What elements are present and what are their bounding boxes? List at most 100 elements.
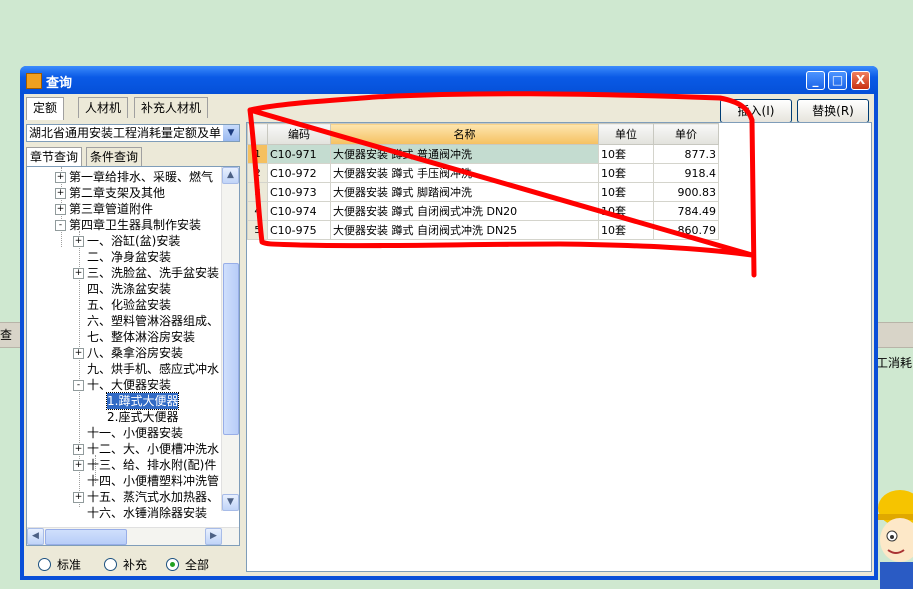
cell-name: 大便器安装 蹲式 普通阀冲洗 [330, 144, 599, 164]
tree-item[interactable]: 九、烘手机、感应式冲水 [87, 361, 219, 377]
tree-horizontal-scrollbar[interactable]: ◀ ▶ [27, 527, 239, 545]
app-icon [26, 73, 42, 89]
tree-item[interactable]: 八、桑拿浴房安装 [87, 345, 183, 361]
tree-item[interactable]: 七、整体淋浴房安装 [87, 329, 195, 345]
cell-name: 大便器安装 蹲式 手压阀冲洗 [330, 163, 599, 183]
background-tab-label: 查 [0, 328, 13, 342]
insert-button[interactable]: 插入(I) [720, 99, 792, 123]
expand-icon[interactable]: + [73, 444, 84, 455]
cell-price: 918.4 [653, 163, 719, 183]
cell-unit: 10套 [598, 144, 654, 164]
radio-supplementary[interactable]: 补充 [104, 556, 147, 573]
close-button[interactable]: X [851, 71, 870, 90]
scroll-left-icon[interactable]: ◀ [27, 528, 44, 545]
radio-circle[interactable] [166, 558, 179, 571]
maximize-icon: □ [831, 73, 844, 87]
tab-materials[interactable]: 人材机 [78, 97, 129, 118]
background-text-fragment: 工消耗 [876, 356, 913, 370]
cell-price: 784.49 [653, 201, 719, 221]
tree-item[interactable]: 一、浴缸(盆)安装 [87, 233, 180, 249]
tree-item[interactable]: 十一、小便器安装 [87, 425, 183, 441]
radio-circle[interactable] [104, 558, 117, 571]
scroll-thumb[interactable] [45, 529, 127, 545]
chevron-down-icon[interactable]: ▼ [223, 125, 239, 141]
table-row[interactable]: 4 C10-974 大便器安装 蹲式 自闭阀式冲洗 DN20 10套 784.49 [247, 201, 719, 221]
column-header-name[interactable]: 名称 [330, 123, 599, 145]
tree-item[interactable]: 十三、给、排水附(配)件 [87, 457, 216, 473]
radio-circle[interactable] [38, 558, 51, 571]
tab-supplementary-materials[interactable]: 补充人材机 [134, 97, 209, 118]
table-row[interactable]: 1 C10-971 大便器安装 蹲式 普通阀冲洗 10套 877.3 [247, 144, 719, 164]
scroll-right-icon[interactable]: ▶ [205, 528, 222, 545]
tree-item[interactable]: 十、大便器安装 [87, 377, 171, 393]
row-number: 2 [247, 163, 268, 183]
expand-icon[interactable]: + [73, 236, 84, 247]
expand-icon[interactable]: + [73, 460, 84, 471]
tree-item[interactable]: 第二章支架及其他 [69, 185, 165, 201]
cell-price: 860.79 [653, 220, 719, 240]
table-row[interactable]: 3 C10-973 大便器安装 蹲式 脚踏阀冲洗 10套 900.83 [247, 182, 719, 202]
scroll-up-icon[interactable]: ▲ [222, 167, 239, 184]
tree-item[interactable]: 第四章卫生器具制作安装 [69, 217, 201, 233]
results-grid: 编码 名称 单位 单价 1 C10-971 大便器安装 蹲式 普通阀冲洗 10套 877… [246, 122, 872, 572]
expand-icon[interactable]: + [55, 172, 66, 183]
cell-unit: 10套 [598, 220, 654, 240]
radio-all[interactable]: 全部 [166, 556, 209, 573]
table-header-row: 编码 名称 单位 单价 [247, 123, 719, 145]
radio-label: 标准 [57, 558, 82, 572]
expand-icon[interactable]: + [73, 268, 84, 279]
column-header-price[interactable]: 单价 [653, 123, 719, 145]
collapse-icon[interactable]: - [73, 380, 84, 391]
cell-unit: 10套 [598, 201, 654, 221]
tree-vertical-scrollbar[interactable]: ▲ ▼ [221, 167, 239, 511]
scroll-thumb[interactable] [223, 263, 239, 435]
cell-price: 877.3 [653, 144, 719, 164]
tree-item[interactable]: 1.蹲式大便器 [105, 392, 180, 410]
tree-item[interactable]: 六、塑料管淋浴器组成、 [87, 313, 219, 329]
cell-code: C10-971 [267, 144, 331, 164]
column-header-code[interactable]: 编码 [267, 123, 331, 145]
cell-unit: 10套 [598, 182, 654, 202]
row-number: 4 [247, 201, 268, 221]
tree-item[interactable]: 三、洗脸盆、洗手盆安装 [87, 265, 219, 281]
tree-item[interactable]: 第三章管道附件 [69, 201, 153, 217]
table-row[interactable]: 5 C10-975 大便器安装 蹲式 自闭阀式冲洗 DN25 10套 860.79 [247, 220, 719, 240]
expand-icon[interactable]: + [73, 492, 84, 503]
tree-item[interactable]: 十五、蒸汽式水加热器、 [87, 489, 219, 505]
replace-button[interactable]: 替换(R) [797, 99, 869, 123]
tree-item[interactable]: 四、洗涤盆安装 [87, 281, 171, 297]
dialog-client-area: 定额 人材机 补充人材机 插入(I) 替换(R) 湖北省通用安装工程消耗量定额及… [24, 94, 874, 576]
expand-icon[interactable]: + [55, 188, 66, 199]
library-select-value: 湖北省通用安装工程消耗量定额及单 [29, 126, 222, 140]
library-select[interactable]: 湖北省通用安装工程消耗量定额及单 ▼ [26, 124, 240, 142]
tree-item[interactable]: 五、化验盆安装 [87, 297, 171, 313]
chapter-tree[interactable]: + 第一章给排水、采暖、燃气 + 第二章支架及其他 + 第三章管道附件 - 第四章卫生器具制作… [26, 166, 240, 546]
tree-item[interactable]: 十二、大、小便槽冲洗水 [87, 441, 219, 457]
column-header-unit[interactable]: 单位 [598, 123, 654, 145]
tree-item[interactable]: 第一章给排水、采暖、燃气 [69, 169, 213, 185]
tab-chapter-query[interactable]: 章节查询 [26, 147, 83, 168]
expand-icon[interactable]: + [55, 204, 66, 215]
tree-item[interactable]: 二、净身盆安装 [87, 249, 171, 265]
query-dialog: 查询 _ □ X 定额 人材机 补充人材机 插入(I) 替换(R) 湖北省通用安… [20, 66, 878, 580]
cell-code: C10-972 [267, 163, 331, 183]
expand-icon[interactable]: + [73, 348, 84, 359]
row-number: 3 [247, 182, 268, 202]
minimize-button[interactable]: _ [806, 71, 825, 90]
scroll-down-icon[interactable]: ▼ [222, 494, 239, 511]
title-bar[interactable]: 查询 _ □ X [20, 66, 878, 94]
radio-standard[interactable]: 标准 [38, 556, 81, 573]
source-filter: 标准 补充 全部 [26, 552, 240, 576]
maximize-button[interactable]: □ [828, 71, 847, 90]
tree-item[interactable]: 2.座式大便器 [107, 409, 178, 425]
tab-condition-query[interactable]: 条件查询 [86, 147, 143, 166]
minimize-icon: _ [812, 73, 819, 87]
close-icon: X [855, 73, 866, 87]
collapse-icon[interactable]: - [55, 220, 66, 231]
tree-item[interactable]: 十六、水锤消除器安装 [87, 505, 207, 521]
tree-item[interactable]: 十四、小便槽塑料冲洗管 [87, 473, 219, 489]
table-row[interactable]: 2 C10-972 大便器安装 蹲式 手压阀冲洗 10套 918.4 [247, 163, 719, 183]
cell-unit: 10套 [598, 163, 654, 183]
tab-quota[interactable]: 定额 [26, 97, 65, 120]
radio-label: 补充 [123, 558, 148, 572]
